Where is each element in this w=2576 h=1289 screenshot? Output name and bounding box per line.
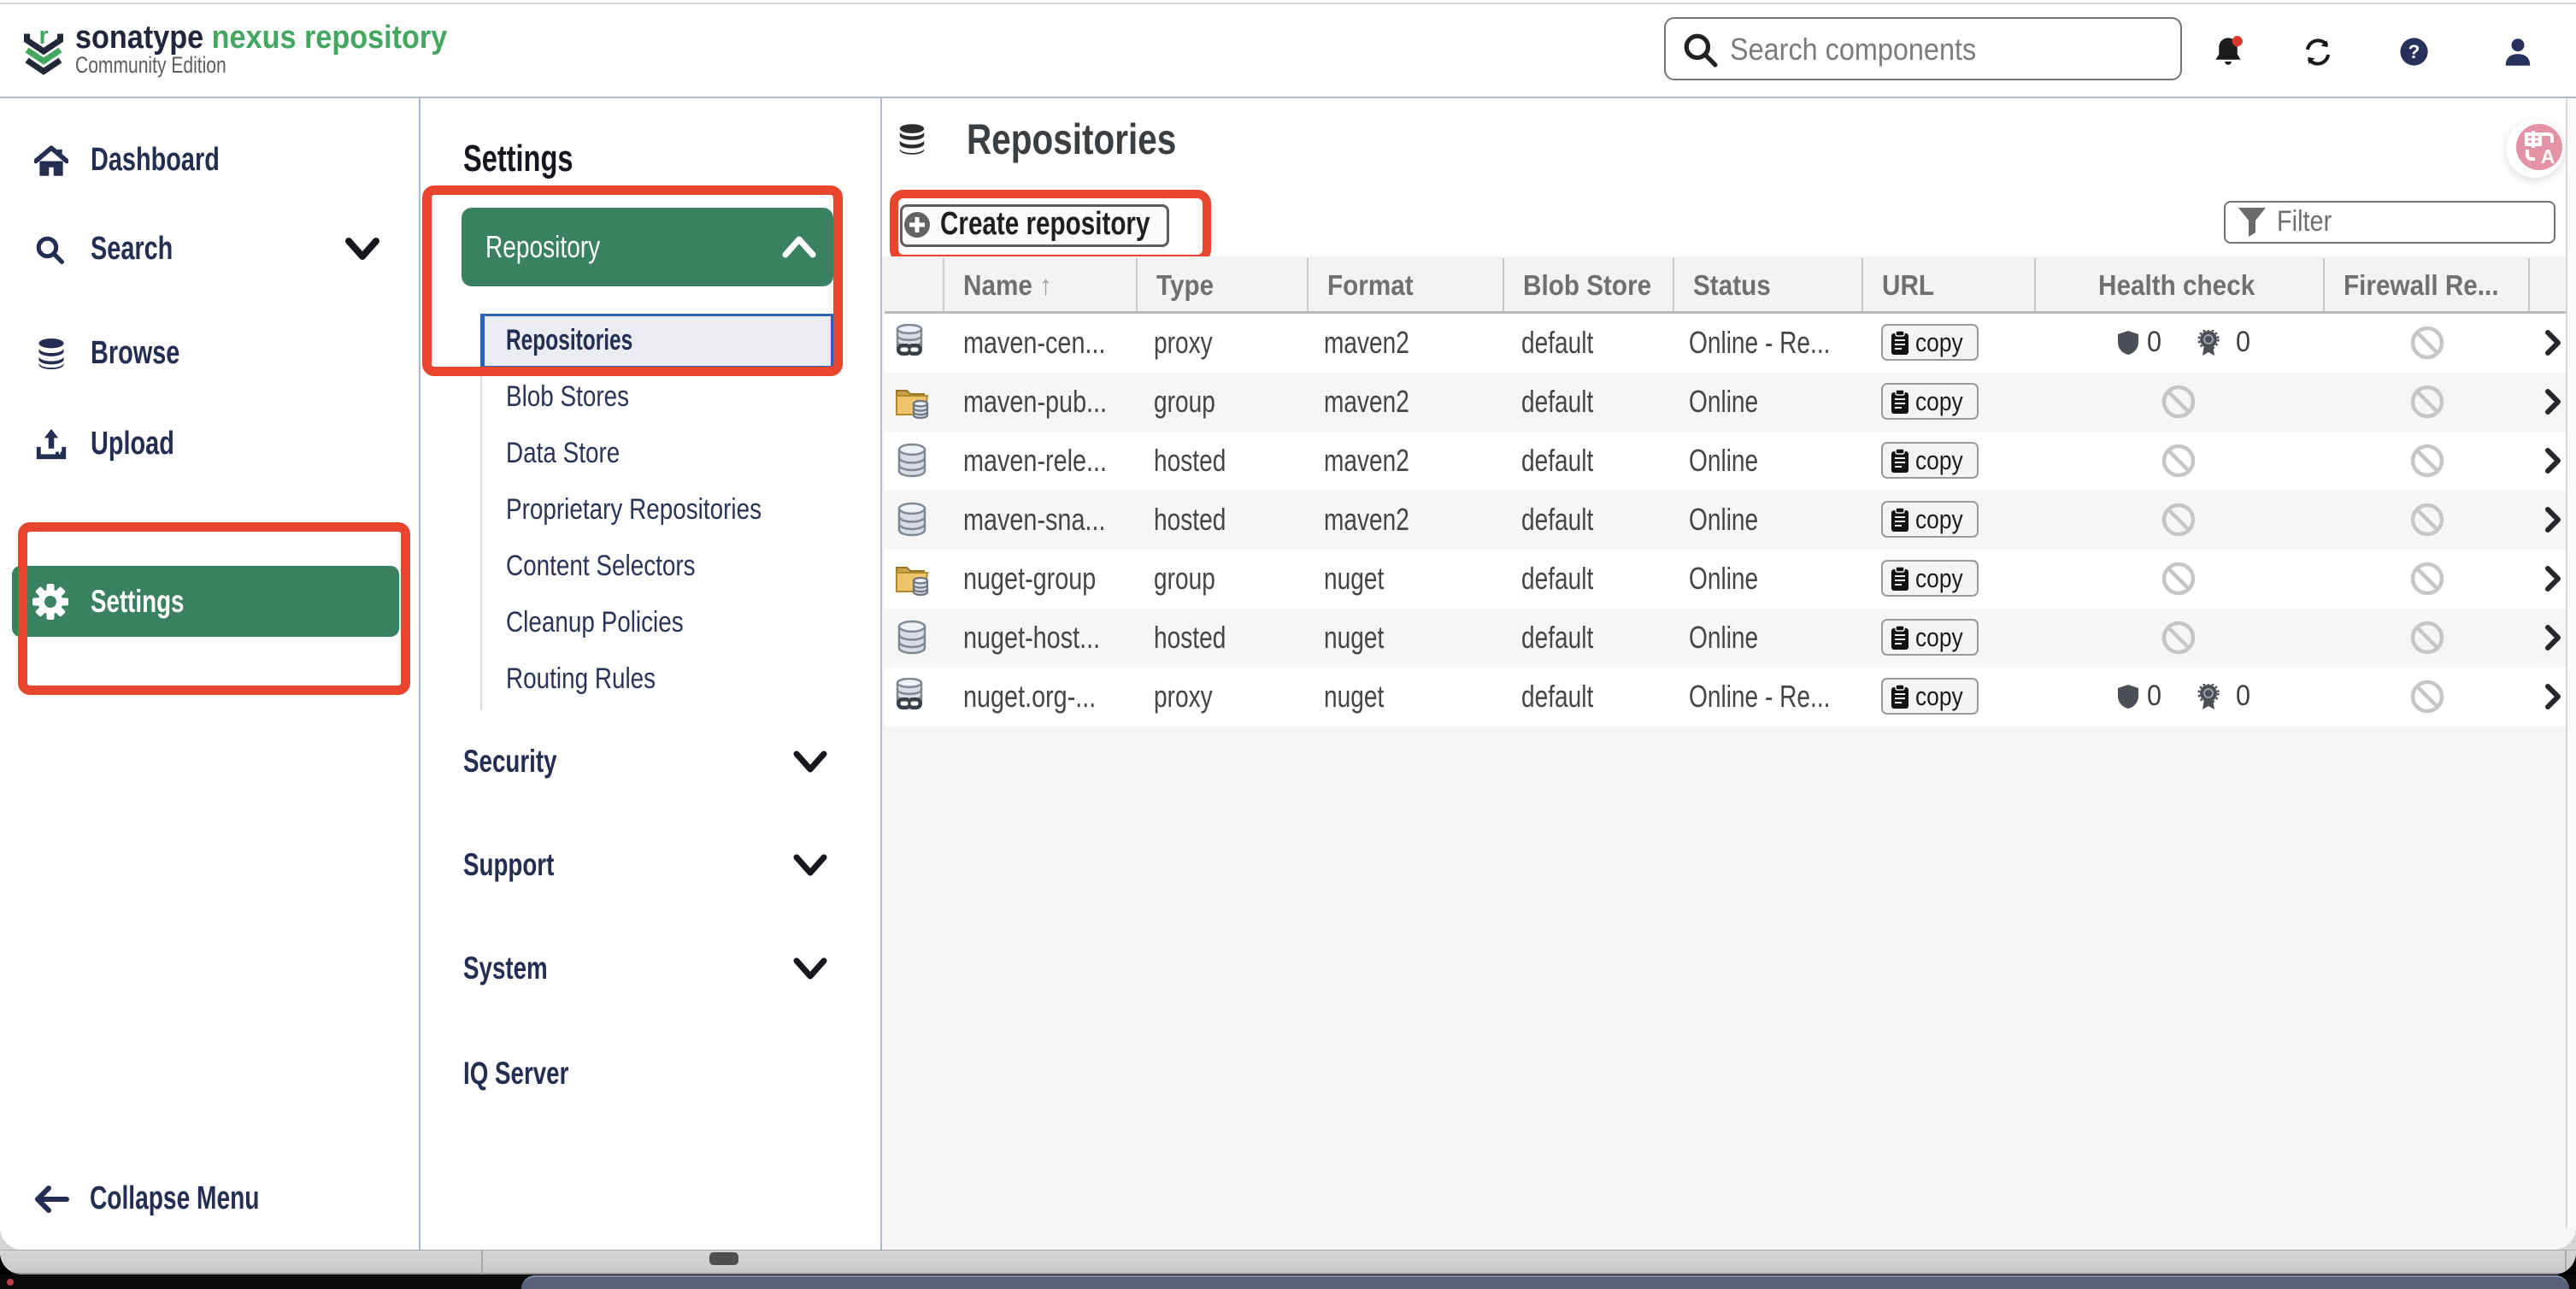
svg-text:r: r xyxy=(39,27,49,50)
svg-text:A: A xyxy=(2541,145,2555,168)
svg-text:?: ? xyxy=(2408,41,2420,62)
